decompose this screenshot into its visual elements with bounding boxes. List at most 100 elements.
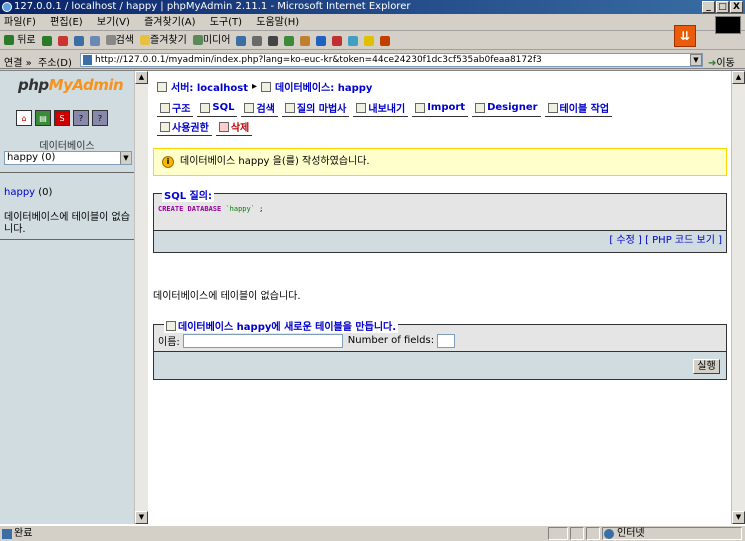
sidebar-divider (0, 239, 134, 240)
sql-icon (200, 102, 211, 113)
smile-icon[interactable] (364, 35, 375, 46)
history-icon[interactable] (236, 35, 247, 46)
fields-count-input[interactable] (437, 333, 456, 348)
scroll-up-icon[interactable]: ▲ (135, 71, 148, 84)
menu-help[interactable]: 도움말(H) (256, 17, 299, 28)
tab-query[interactable]: 질의 마법사 (281, 100, 350, 117)
tab-export[interactable]: 내보내기 (353, 100, 409, 117)
privileges-icon (160, 121, 170, 132)
search-icon (244, 102, 255, 113)
edit-icon[interactable] (284, 35, 295, 46)
sql-tools: [ 수정 ] [ PHP 코드 보기 ] (153, 231, 727, 253)
addon-icon[interactable] (348, 35, 359, 46)
menu-file[interactable]: 파일(F) (4, 17, 36, 28)
close-button[interactable]: X (730, 1, 743, 13)
download-icon[interactable]: ⇊ (674, 25, 696, 47)
chevron-down-icon: ▼ (120, 152, 131, 164)
breadcrumb-server[interactable]: 서버: localhost (171, 79, 248, 94)
right-scrollbar[interactable]: ▲ ▼ (731, 71, 745, 524)
export-icon (356, 102, 367, 113)
menu-favorites[interactable]: 즐겨찾기(A) (144, 17, 195, 28)
research-icon[interactable] (332, 35, 343, 46)
help-icon[interactable]: ? (92, 110, 108, 126)
plugin-icon[interactable] (380, 35, 391, 46)
database-select[interactable]: happy (0) ▼ (4, 151, 132, 165)
home-icon[interactable]: ⌂ (16, 110, 32, 126)
left-scrollbar[interactable]: ▲ ▼ (134, 71, 148, 524)
favorites-button[interactable]: 즐겨찾기 (140, 32, 187, 50)
discuss-icon[interactable] (300, 35, 311, 46)
scroll-up-icon[interactable]: ▲ (732, 71, 745, 84)
tab-import[interactable]: Import (412, 100, 469, 117)
back-button[interactable]: 뒤로 (4, 32, 36, 50)
edit-link[interactable]: 수정 (616, 235, 634, 246)
internet-zone: 인터넷 (604, 526, 645, 541)
create-table-form: 이름: Number of fields: (158, 333, 456, 348)
stop-icon[interactable] (57, 35, 68, 46)
address-label: 주소(D) (38, 58, 72, 69)
mail-icon[interactable] (252, 35, 263, 46)
tab-bar: 구조 SQL 검색 질의 마법사 내보내기 Import Designer 테이… (157, 100, 613, 117)
messenger-icon[interactable] (316, 35, 327, 46)
operations-icon (547, 102, 558, 113)
menu-edit[interactable]: 편집(E) (50, 17, 83, 28)
media-icon (192, 34, 203, 45)
database-icon (261, 81, 272, 92)
breadcrumb-database[interactable]: 데이터베이스: happy (275, 79, 372, 94)
scroll-down-icon[interactable]: ▼ (732, 511, 745, 524)
forward-arrow-icon[interactable] (41, 35, 52, 46)
media-button[interactable]: 미디어 (192, 32, 230, 50)
refresh-icon[interactable] (73, 35, 84, 46)
database-label: 데이터베이스 (39, 141, 95, 152)
tab-drop[interactable]: 삭제 (215, 119, 253, 136)
menu-tools[interactable]: 도구(T) (210, 17, 242, 28)
delete-icon (218, 121, 229, 132)
tab-search[interactable]: 검색 (241, 100, 278, 117)
home-icon[interactable] (89, 35, 100, 46)
sidebar-db-count: (0) (38, 187, 53, 198)
ie-icon (2, 2, 12, 12)
tab-structure[interactable]: 구조 (157, 100, 194, 117)
structure-icon (160, 102, 170, 113)
page-done-icon (2, 529, 12, 539)
tab-privileges[interactable]: 사용권한 (157, 119, 212, 136)
menu-view[interactable]: 보기(V) (97, 17, 130, 28)
menu-bar: 파일(F) 편집(E) 보기(V) 즐겨찾기(A) 도구(T) 도움말(H) (0, 14, 745, 31)
tab-designer[interactable]: Designer (472, 100, 541, 117)
sql-icon[interactable]: S (54, 110, 70, 126)
query-window-icon[interactable]: ▤ (35, 110, 51, 126)
table-name-input[interactable] (182, 333, 343, 348)
maximize-button[interactable]: □ (716, 1, 729, 13)
print-icon[interactable] (268, 35, 279, 46)
go-button[interactable]: ➜이동 (708, 54, 735, 69)
toolbar: 뒤로 검색 즐겨찾기 미디어 (0, 32, 745, 50)
fields-label: Number of fields: (347, 335, 435, 346)
search-icon (105, 34, 116, 45)
minimize-button[interactable]: _ (702, 1, 715, 13)
scroll-down-icon[interactable]: ▼ (135, 511, 148, 524)
search-button[interactable]: 검색 (105, 32, 134, 50)
docs-icon[interactable]: ? (73, 110, 89, 126)
php-code-link[interactable]: PHP 코드 보기 (652, 235, 715, 246)
new-table-icon (166, 320, 176, 331)
designer-icon (475, 102, 486, 113)
status-cell (586, 527, 600, 540)
sidebar-no-tables: 데이터베이스에 테이블이 없습니다. (4, 212, 130, 235)
back-arrow-icon (4, 34, 14, 45)
import-icon (415, 102, 426, 113)
create-table-footer (153, 352, 727, 380)
tab-operations[interactable]: 테이블 작업 (544, 100, 613, 117)
address-url: http://127.0.0.1/myadmin/index.php?lang=… (95, 55, 542, 65)
links-label[interactable]: 연결 » (4, 54, 32, 69)
status-cell (548, 527, 568, 540)
sidebar-db-link[interactable]: happy (4, 187, 35, 198)
address-input[interactable]: http://127.0.0.1/myadmin/index.php?lang=… (80, 53, 703, 67)
run-button[interactable]: 실행 (693, 359, 720, 374)
server-icon (157, 81, 167, 92)
success-notice: i 데이터베이스 happy 을(를) 작성하였습니다. (153, 148, 727, 176)
phpmyadmin-logo[interactable]: phpMyAdmin (18, 76, 124, 94)
window-title-bar: 127.0.0.1 / localhost / happy | phpMyAdm… (0, 0, 745, 14)
tab-sql[interactable]: SQL (197, 100, 238, 117)
address-dropdown-icon[interactable]: ▼ (690, 54, 702, 66)
sql-legend: SQL 질의: (162, 187, 214, 202)
